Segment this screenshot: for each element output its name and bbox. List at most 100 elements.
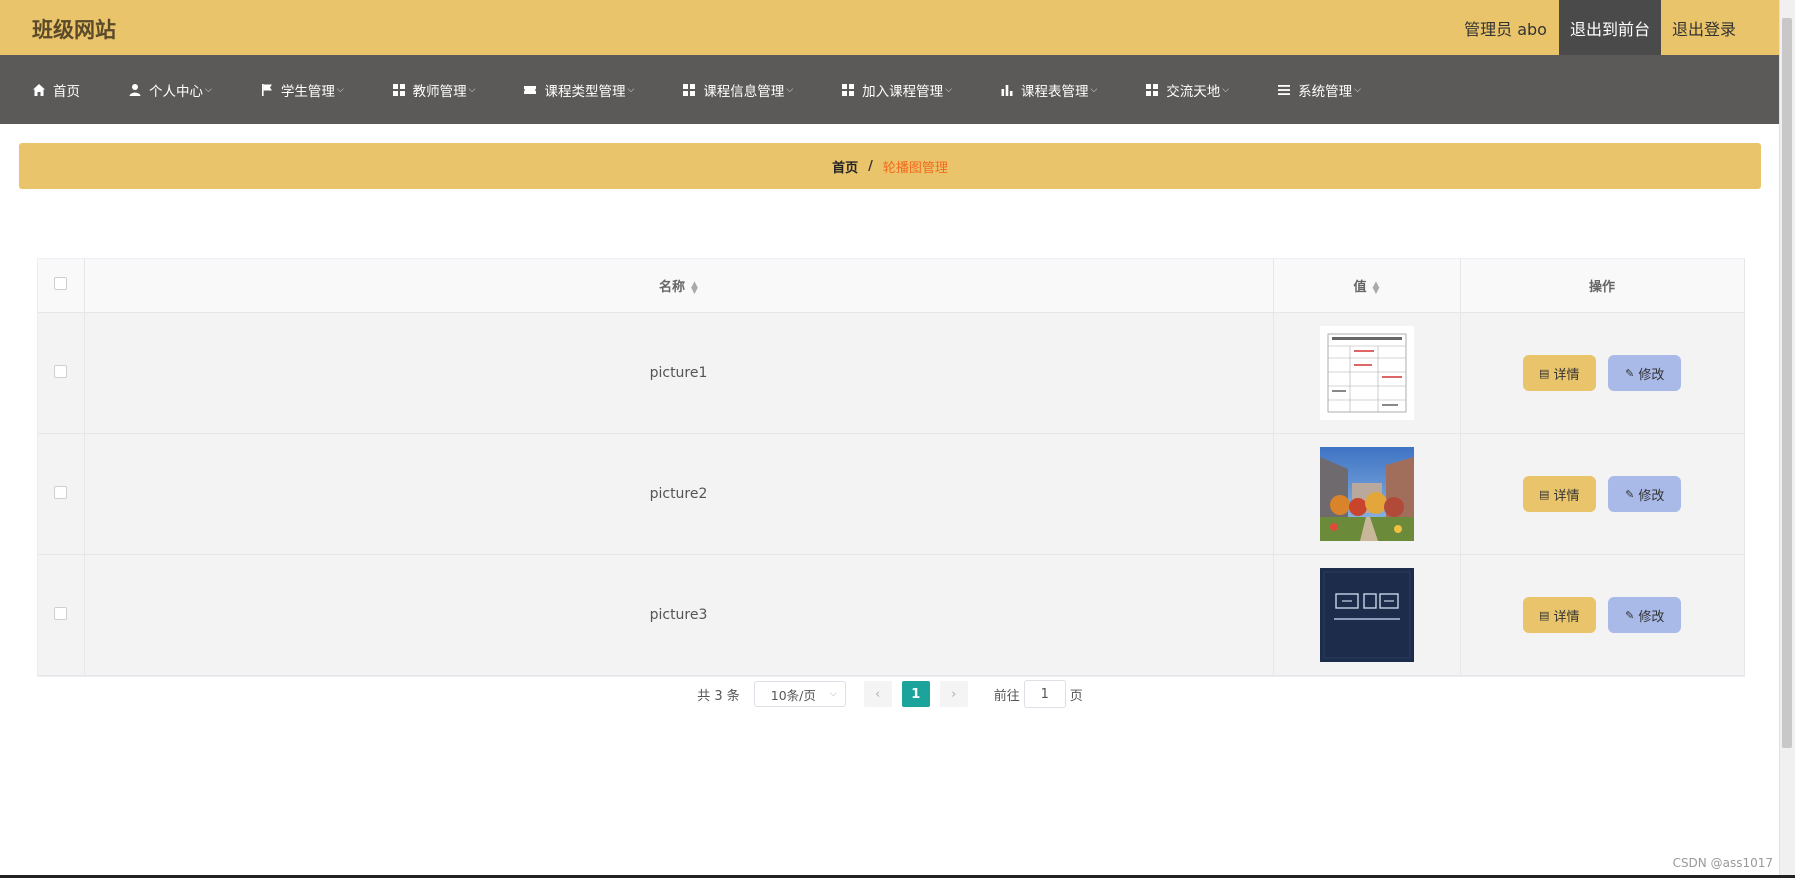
row-value-cell: [1273, 433, 1461, 555]
row-checkbox[interactable]: [54, 364, 68, 378]
nav-label: 系统管理: [1298, 83, 1353, 100]
nav-item-system-management[interactable]: 系统管理 ⌵: [1263, 74, 1365, 106]
column-header-name[interactable]: 名称 ▲ ▼: [84, 259, 1274, 313]
column-name-label: 名称: [659, 280, 686, 295]
pencil-icon: ✎: [1625, 487, 1635, 501]
detail-button[interactable]: ▤ 详情: [1522, 476, 1596, 512]
nav-item-teacher-management[interactable]: 教师管理 ⌵: [378, 74, 480, 106]
header-actions: 管理员 abo 退出到前台 退出登录: [1452, 0, 1780, 55]
nav-label: 课程信息管理: [703, 83, 785, 100]
row-select-cell: [38, 433, 85, 555]
row-select-cell: [38, 312, 85, 434]
nav-item-course-info-management[interactable]: 课程信息管理 ⌵: [668, 74, 797, 106]
next-page-button[interactable]: ›: [939, 681, 968, 707]
select-all-cell: [38, 259, 85, 313]
scrollbar-thumb[interactable]: [1782, 18, 1792, 748]
row-checkbox[interactable]: [54, 485, 68, 499]
watermark: CSDN @ass1017: [1672, 856, 1773, 870]
page-size-value: 10条/页: [770, 687, 816, 703]
detail-button-label: 详情: [1553, 609, 1580, 625]
chevron-right-icon: ›: [951, 686, 957, 702]
row-actions-cell: ▤ 详情 ✎ 修改: [1460, 312, 1745, 434]
row-select-cell: [38, 554, 85, 676]
document-icon: ▤: [1539, 366, 1550, 380]
chevron-down-icon: ⌵: [336, 84, 344, 95]
row-name-cell: picture2: [84, 433, 1274, 555]
row-name-cell: picture1: [84, 312, 1274, 434]
nav-label: 交流天地: [1166, 83, 1221, 100]
nav-item-home[interactable]: 首页: [18, 74, 84, 106]
chevron-left-icon: ‹: [875, 686, 881, 702]
edit-button[interactable]: ✎ 修改: [1608, 476, 1682, 512]
breadcrumb-home[interactable]: 首页: [832, 157, 858, 176]
select-all-checkbox[interactable]: [54, 277, 68, 290]
detail-button-label: 详情: [1553, 488, 1580, 504]
breadcrumb: 首页 / 轮播图管理: [19, 143, 1761, 189]
chevron-down-icon: ⌵: [829, 689, 837, 699]
list-icon: [1278, 84, 1291, 95]
site-title: 班级网站: [32, 18, 116, 42]
page-scrollbar[interactable]: [1779, 0, 1795, 878]
edit-button[interactable]: ✎ 修改: [1608, 355, 1682, 391]
goto-page-input[interactable]: 1: [1023, 680, 1066, 708]
column-header-actions: 操作: [1460, 259, 1745, 313]
carousel-table: 名称 ▲ ▼ 值 ▲ ▼ 操作 picture1 ▤ 详情 ✎ 修改 pictu…: [37, 258, 1745, 677]
detail-button[interactable]: ▤ 详情: [1522, 355, 1596, 391]
sort-icon[interactable]: ▲ ▼: [1373, 280, 1380, 295]
exit-to-front-button[interactable]: 退出到前台: [1558, 0, 1661, 55]
sort-icon[interactable]: ▲ ▼: [691, 280, 698, 295]
pagination: 共 3 条 10条/页 ⌵ ‹ 1 › 前往 1 页: [0, 680, 1780, 708]
goto-suffix: 页: [1069, 688, 1083, 704]
bar-chart-icon: [1001, 84, 1013, 96]
nav-item-personal-center[interactable]: 个人中心 ⌵: [114, 74, 216, 106]
column-actions-label: 操作: [1588, 280, 1615, 295]
home-icon: [33, 83, 45, 96]
edit-button-label: 修改: [1638, 488, 1665, 504]
grid-icon: [1146, 83, 1159, 96]
prev-page-button[interactable]: ‹: [863, 681, 892, 707]
top-header: 班级网站 管理员 abo 退出到前台 退出登录: [0, 0, 1780, 56]
row-checkbox[interactable]: [54, 606, 68, 620]
logout-button[interactable]: 退出登录: [1661, 0, 1780, 55]
goto-prefix: 前往: [993, 688, 1020, 704]
row-actions-cell: ▤ 详情 ✎ 修改: [1460, 433, 1745, 555]
table-row: picture3 ▤ 详情 ✎ 修改: [38, 554, 1745, 676]
chevron-down-icon: ⌵: [786, 84, 794, 95]
nav-item-timetable-management[interactable]: 课程表管理 ⌵: [986, 74, 1101, 106]
document-form-image[interactable]: [1319, 326, 1414, 420]
flag-icon: [261, 83, 272, 96]
nav-label: 个人中心: [149, 83, 203, 100]
row-name-cell: picture3: [84, 554, 1274, 676]
row-value-cell: [1273, 312, 1461, 434]
page-number-current[interactable]: 1: [901, 681, 930, 707]
edit-button[interactable]: ✎ 修改: [1608, 597, 1682, 633]
edit-button-label: 修改: [1638, 367, 1665, 383]
chevron-down-icon: ⌵: [945, 84, 952, 95]
edit-button-label: 修改: [1638, 609, 1665, 625]
nav-item-forum[interactable]: 交流天地 ⌵: [1131, 74, 1233, 106]
grid-icon: [683, 83, 696, 96]
nav-item-student-management[interactable]: 学生管理 ⌵: [246, 74, 348, 106]
table-row: picture1 ▤ 详情 ✎ 修改: [38, 312, 1745, 434]
table-row: picture2 ▤ 详情 ✎ 修改: [38, 433, 1745, 555]
breadcrumb-separator: /: [868, 158, 873, 174]
row-actions-cell: ▤ 详情 ✎ 修改: [1460, 554, 1745, 676]
chevron-down-icon: ⌵: [1354, 84, 1361, 95]
page-size-select[interactable]: 10条/页 ⌵: [753, 681, 846, 707]
nav-item-join-course-management[interactable]: 加入课程管理 ⌵: [827, 74, 956, 106]
nav-label: 首页: [53, 83, 80, 100]
nav-label: 学生管理: [280, 83, 335, 100]
nav-label: 加入课程管理: [862, 83, 944, 100]
grid-icon: [842, 83, 855, 96]
nav-label: 教师管理: [412, 83, 467, 100]
document-icon: ▤: [1539, 487, 1550, 501]
dark-book-cover-image[interactable]: [1319, 568, 1414, 662]
campus-photo-image[interactable]: [1319, 447, 1414, 541]
nav-item-course-type-management[interactable]: 课程类型管理 ⌵: [509, 74, 638, 106]
pencil-icon: ✎: [1625, 608, 1635, 622]
detail-button[interactable]: ▤ 详情: [1522, 597, 1596, 633]
table-header-row: 名称 ▲ ▼ 值 ▲ ▼ 操作: [38, 259, 1745, 313]
main-nav: 首页 个人中心 ⌵ 学生管理 ⌵ 教师管理 ⌵ 课程类型管理 ⌵ 课程信息管理 …: [0, 55, 1780, 124]
column-header-value[interactable]: 值 ▲ ▼: [1273, 259, 1461, 313]
pagination-total: 共 3 条: [697, 688, 740, 704]
